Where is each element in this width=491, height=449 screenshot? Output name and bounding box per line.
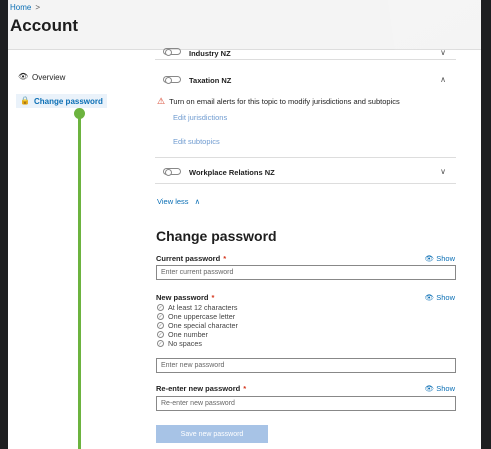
required-marker: *: [243, 384, 247, 393]
sidebar: 👁 Overview 🔒 Change password: [8, 50, 136, 449]
topic-warning: ⚠ Turn on email alerts for this topic to…: [157, 96, 400, 107]
progress-line: [78, 112, 81, 449]
edit-jurisdictions-link[interactable]: Edit jurisdictions: [173, 113, 227, 122]
check-circle-icon: ✓: [157, 340, 164, 347]
save-password-button[interactable]: Save new password: [156, 425, 268, 443]
page-header: Home > Account: [8, 0, 491, 59]
warning-icon: ⚠: [157, 96, 166, 106]
breadcrumb-separator: >: [35, 3, 41, 12]
left-dark-border: [0, 0, 8, 449]
rule-text: No spaces: [168, 339, 202, 348]
topic-label: Workplace Relations NZ: [189, 168, 275, 177]
current-password-label: Current password *: [156, 254, 226, 263]
eye-icon: 👁: [424, 254, 437, 263]
topic-row-taxation: Taxation NZ ∧ ⚠ Turn on email alerts for…: [155, 68, 456, 158]
password-rule: ✓ One uppercase letter: [157, 312, 238, 321]
current-password-placeholder: Enter current password: [161, 269, 234, 276]
topic-label: Industry NZ: [189, 49, 231, 58]
new-password-input[interactable]: Enter new password: [156, 358, 456, 373]
sidebar-item-overview[interactable]: 👁 Overview: [18, 72, 65, 82]
current-password-input[interactable]: Enter current password: [156, 265, 456, 280]
check-circle-icon: ✓: [157, 304, 164, 311]
eye-icon: 👁: [424, 293, 437, 302]
reenter-password-label: Re-enter new password *: [156, 384, 246, 393]
required-marker: *: [211, 293, 215, 302]
warning-text: Turn on email alerts for this topic to m…: [169, 97, 400, 106]
new-password-label: New password *: [156, 293, 214, 302]
password-rule: ✓ At least 12 characters: [157, 303, 238, 312]
chevron-up-icon[interactable]: ∧: [440, 75, 446, 84]
show-new-password-button[interactable]: 👁 Show: [425, 293, 455, 302]
show-current-password-button[interactable]: 👁 Show: [425, 254, 455, 263]
check-circle-icon: ✓: [157, 313, 164, 320]
breadcrumb: Home >: [10, 3, 40, 12]
right-dark-border: [481, 0, 491, 449]
required-marker: *: [223, 254, 227, 263]
topic-row-industry[interactable]: Industry NZ ∨: [155, 46, 456, 60]
sidebar-item-label: Overview: [32, 72, 66, 82]
password-rule: ✓ One special character: [157, 321, 238, 330]
chevron-up-icon: ∧: [194, 197, 201, 206]
show-reenter-password-button[interactable]: 👁 Show: [425, 384, 455, 393]
eye-icon: 👁: [424, 384, 437, 393]
topic-toggle[interactable]: [163, 76, 181, 84]
topic-label: Taxation NZ: [189, 76, 232, 85]
page-title: Account: [10, 16, 78, 35]
chevron-down-icon[interactable]: ∨: [440, 48, 446, 57]
edit-subtopics-link[interactable]: Edit subtopics: [173, 137, 220, 146]
breadcrumb-home[interactable]: Home: [10, 3, 31, 12]
rule-text: At least 12 characters: [168, 303, 238, 312]
lock-icon: 🔒: [20, 96, 30, 105]
change-password-heading: Change password: [156, 228, 277, 244]
eye-icon: 👁: [18, 72, 29, 81]
view-less-link[interactable]: View less ∧: [157, 197, 200, 206]
new-password-label-text: New password: [156, 293, 209, 302]
topic-toggle[interactable]: [163, 168, 181, 176]
reenter-password-label-text: Re-enter new password: [156, 384, 241, 393]
reenter-password-placeholder: Re-enter new password: [161, 400, 235, 407]
rule-text: One special character: [168, 321, 238, 330]
rule-text: One number: [168, 330, 208, 339]
view-less-label: View less: [157, 197, 189, 206]
sidebar-item-label: Change password: [34, 96, 103, 106]
show-label: Show: [436, 384, 455, 393]
reenter-password-input[interactable]: Re-enter new password: [156, 396, 456, 411]
current-password-label-text: Current password: [156, 254, 221, 263]
check-circle-icon: ✓: [157, 322, 164, 329]
new-password-placeholder: Enter new password: [161, 362, 225, 369]
password-rules-list: ✓ At least 12 characters ✓ One uppercase l…: [157, 303, 238, 348]
page: Home > Account 👁 Overview 🔒 Change passwo…: [0, 0, 491, 449]
topic-toggle[interactable]: [163, 48, 181, 56]
rule-text: One uppercase letter: [168, 312, 236, 321]
show-label: Show: [436, 254, 455, 263]
window-frame: Home > Account 👁 Overview 🔒 Change passwo…: [0, 0, 491, 449]
sidebar-item-change-password[interactable]: 🔒 Change password: [16, 94, 107, 108]
topic-row-workplace[interactable]: Workplace Relations NZ ∨: [155, 160, 456, 184]
check-circle-icon: ✓: [157, 331, 164, 338]
password-rule: ✓ One number: [157, 330, 238, 339]
chevron-down-icon[interactable]: ∨: [440, 167, 446, 176]
show-label: Show: [436, 293, 455, 302]
password-rule: ✓ No spaces: [157, 339, 238, 348]
